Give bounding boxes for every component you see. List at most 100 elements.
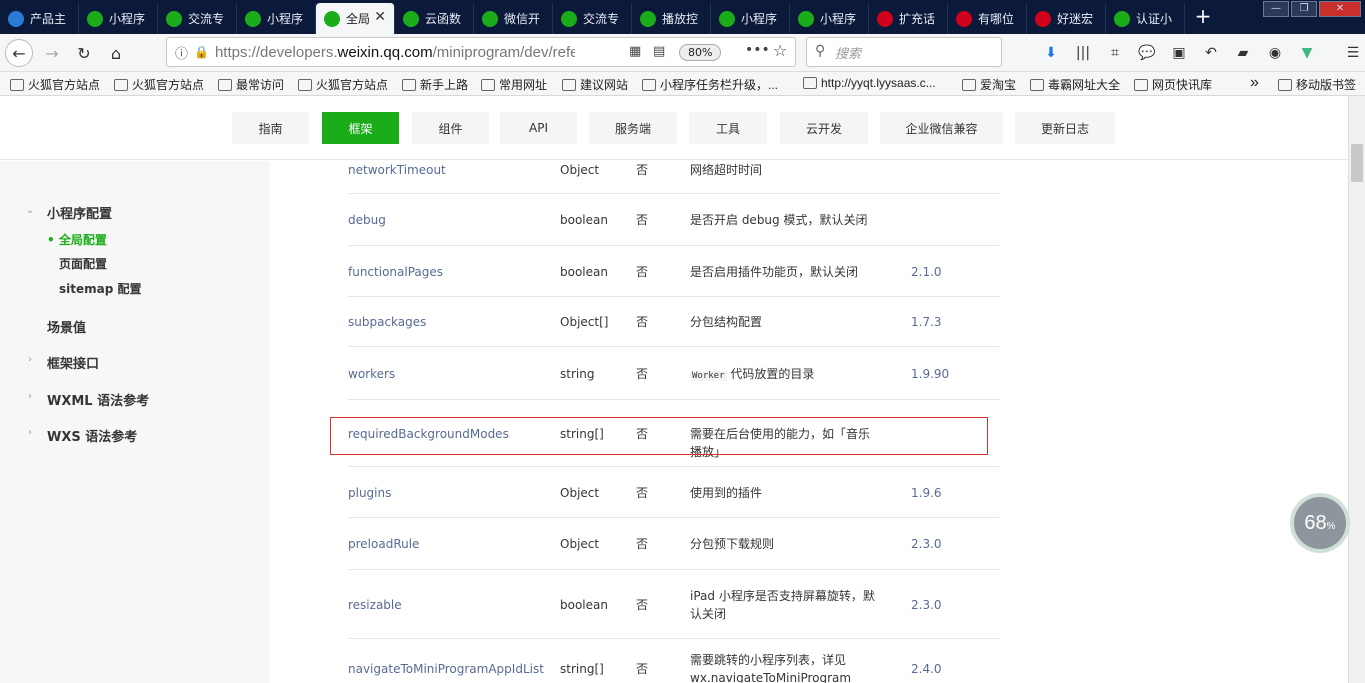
tab-label: 好迷宏 [1057, 12, 1094, 26]
menu-icon[interactable]: ☰ [1342, 42, 1364, 64]
browser-tab[interactable]: 小程序 [711, 3, 790, 34]
param-name[interactable]: plugins [348, 484, 391, 502]
param-name[interactable]: functionalPages [348, 263, 443, 281]
home-button[interactable]: ⌂ [102, 39, 130, 67]
topnav-item[interactable]: 框架 [322, 112, 399, 144]
browser-tab[interactable]: 有哪位 [948, 3, 1027, 34]
search-input[interactable]: ⚲ 搜索 [806, 37, 1002, 67]
browser-tab[interactable]: 播放控 [632, 3, 711, 34]
topnav-item[interactable]: 更新日志 [1015, 112, 1115, 144]
browser-tab[interactable]: 交流专 [553, 3, 632, 34]
browser-tab[interactable]: 小程序 [237, 3, 316, 34]
close-tab-icon[interactable]: ✕ [374, 9, 386, 25]
scrollbar[interactable] [1348, 96, 1365, 683]
vue-devtools-icon[interactable]: ▼ [1296, 42, 1318, 64]
highlight-box [330, 417, 988, 455]
bookmark-item[interactable]: 常用网址 [481, 76, 547, 93]
browser-tab[interactable]: 微信开 [474, 3, 553, 34]
browser-tab[interactable]: 认证小 [1106, 3, 1185, 34]
bookmark-item[interactable]: 最常访问 [218, 76, 284, 93]
chat-icon[interactable]: 💬 [1136, 42, 1158, 64]
sidebar-item-api[interactable]: 框架接口 [47, 353, 99, 372]
browser-tab[interactable]: 产品主 [0, 3, 79, 34]
sidebar-item-global[interactable]: • 全局配置 [47, 231, 107, 248]
topnav-item[interactable]: 指南 [232, 112, 309, 144]
topnav-item[interactable]: API [500, 112, 577, 144]
scrollbar-thumb[interactable] [1351, 144, 1363, 182]
performance-gauge[interactable]: 68% [1290, 493, 1350, 553]
bookmark-icon [402, 78, 416, 91]
reader-view-icon[interactable]: ▤ [653, 44, 665, 59]
bookmark-item[interactable]: http://yyqt.lyysaas.c... [803, 76, 936, 90]
param-name[interactable]: preloadRule [348, 535, 419, 553]
topnav-item[interactable]: 组件 [412, 112, 489, 144]
tab-favicon-icon [877, 10, 893, 27]
account-icon[interactable]: ◉ [1264, 42, 1286, 64]
library-icon[interactable]: ||| [1072, 42, 1094, 64]
param-name[interactable]: networkTimeout [348, 161, 446, 179]
back-button[interactable]: ← [5, 39, 33, 67]
topnav-item[interactable]: 工具 [689, 112, 767, 144]
sidebar-item-sitemap[interactable]: sitemap 配置 [59, 280, 142, 297]
sidebar-item-page[interactable]: 页面配置 [59, 255, 107, 272]
tab-favicon-icon [245, 10, 261, 27]
new-tab-button[interactable]: + [1190, 5, 1216, 29]
close-window-button[interactable]: ✕ [1319, 1, 1361, 17]
bookmark-item[interactable]: 爱淘宝 [962, 76, 1016, 93]
url-text[interactable]: https://developers.weixin.qq.com/minipro… [215, 44, 575, 61]
sidebar-item-config[interactable]: 小程序配置 [47, 203, 112, 222]
param-name[interactable]: workers [348, 365, 395, 383]
zoom-level[interactable]: 80% [679, 44, 722, 61]
qr-code-icon[interactable]: ▦ [629, 44, 641, 59]
info-icon[interactable]: ⓘ [175, 43, 188, 62]
topnav-item[interactable]: 企业微信兼容 [880, 112, 1003, 144]
param-name[interactable]: debug [348, 211, 386, 229]
bookmark-item[interactable]: 毒霸网址大全 [1030, 76, 1120, 93]
bookmark-item[interactable]: 小程序任务栏升级，... [642, 76, 778, 93]
bookmark-item[interactable]: 建议网站 [562, 76, 628, 93]
address-bar[interactable]: ⓘ 🔒 https://developers.weixin.qq.com/min… [166, 37, 796, 67]
browser-tab[interactable]: 好迷宏 [1027, 3, 1106, 34]
download-icon[interactable]: ⬇ [1040, 42, 1062, 64]
undo-icon[interactable]: ↶ [1200, 42, 1222, 64]
param-name[interactable]: subpackages [348, 313, 426, 331]
topnav-item[interactable]: 云开发 [780, 112, 868, 144]
param-name[interactable]: navigateToMiniProgramAppIdList [348, 660, 544, 678]
bookmark-star-icon[interactable]: ☆ [773, 41, 787, 60]
home-icon: ⌂ [110, 43, 122, 63]
param-description: 需要跳转的小程序列表，详见 wx.navigateToMiniProgram [690, 653, 852, 683]
reload-button[interactable]: ↻ [70, 39, 98, 67]
browser-tab[interactable]: 云函数 [395, 3, 474, 34]
minimize-button[interactable]: — [1263, 1, 1289, 17]
maximize-button[interactable]: ❐ [1291, 1, 1317, 17]
screenshot-icon[interactable]: ⌗ [1104, 42, 1126, 64]
browser-tab[interactable]: 全局 ✕ [316, 3, 395, 34]
more-actions-icon[interactable]: ••• [745, 42, 770, 58]
bookmark-item[interactable]: 网页快讯库 [1134, 76, 1212, 93]
param-type: boolean [560, 264, 608, 279]
bookmark-item[interactable]: 火狐官方站点 [114, 76, 204, 93]
browser-tab[interactable]: 小程序 [790, 3, 869, 34]
sidebar-icon[interactable]: ▣ [1168, 42, 1190, 64]
param-version: 1.7.3 [911, 315, 942, 329]
more-bookmarks-icon[interactable]: » [1250, 74, 1259, 92]
extension-icon[interactable]: ▰ [1232, 42, 1254, 64]
browser-tab[interactable]: 小程序 [79, 3, 158, 34]
forward-button[interactable]: → [38, 39, 66, 67]
sidebar-item-scene[interactable]: 场景值 [47, 317, 86, 336]
window-controls: — ❐ ✕ [1261, 1, 1361, 17]
browser-tab[interactable]: 交流专 [158, 3, 237, 34]
tab-favicon-icon [324, 10, 340, 27]
sidebar-item-wxml[interactable]: WXML 语法参考 [47, 390, 149, 409]
param-name[interactable]: resizable [348, 596, 402, 614]
sidebar-item-wxs[interactable]: WXS 语法参考 [47, 426, 137, 445]
bookmark-item[interactable]: 火狐官方站点 [10, 76, 100, 93]
bookmark-item[interactable]: 火狐官方站点 [298, 76, 388, 93]
bookmark-item[interactable]: 移动版书签 [1278, 76, 1356, 93]
bookmark-item[interactable]: 新手上路 [402, 76, 468, 93]
table-row: functionalPages boolean 否 2.1.0 是否启用插件功能页，默认… [348, 246, 999, 297]
browser-tab[interactable]: 扩充话 [869, 3, 948, 34]
topnav-item[interactable]: 服务端 [589, 112, 677, 144]
param-required: 否 [636, 213, 649, 227]
table-row: subpackages Object[] 否 1.7.3 分包结构配置 [348, 297, 999, 347]
